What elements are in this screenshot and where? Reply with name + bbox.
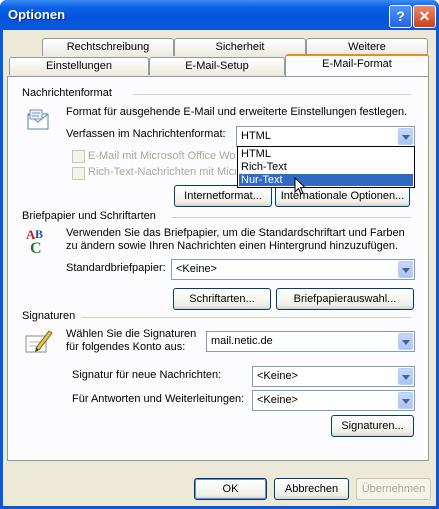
compose-format-value: HTML bbox=[241, 130, 271, 142]
default-stationery-select[interactable]: <Keine> bbox=[171, 259, 415, 280]
word-editor-checkbox[interactable] bbox=[72, 150, 85, 163]
choose-signature-line1: Wählen Sie die Signaturen bbox=[66, 328, 197, 340]
fonts-button[interactable]: Schriftarten... bbox=[173, 288, 271, 310]
rtf-word-checkbox[interactable] bbox=[72, 167, 85, 180]
section-heading-signatures: Signaturen bbox=[22, 310, 76, 322]
divider bbox=[82, 317, 411, 318]
new-signature-value: <Keine> bbox=[257, 370, 298, 382]
choose-signature-line2: für folgendes Konto aus: bbox=[66, 341, 186, 353]
svg-text:B: B bbox=[35, 227, 43, 241]
window-title: Optionen bbox=[8, 7, 66, 22]
tab-rechtschreibung[interactable]: Rechtschreibung bbox=[42, 38, 174, 56]
tab-email-format[interactable]: E-Mail-Format bbox=[285, 54, 429, 76]
chevron-down-icon[interactable] bbox=[398, 128, 413, 145]
ok-button[interactable]: OK bbox=[194, 478, 267, 500]
signature-account-select[interactable]: mail.netic.de bbox=[206, 331, 415, 352]
stationery-picker-button[interactable]: Briefpapierauswahl... bbox=[276, 288, 414, 310]
chevron-down-icon[interactable] bbox=[398, 333, 413, 350]
tab-email-setup[interactable]: E-Mail-Setup bbox=[149, 57, 285, 75]
reply-signature-select[interactable]: <Keine> bbox=[252, 390, 415, 411]
signature-account-value: mail.netic.de bbox=[211, 335, 273, 347]
option-plain-text[interactable]: Nur-Text bbox=[239, 174, 413, 186]
reply-signature-value: <Keine> bbox=[257, 394, 298, 406]
chevron-down-icon[interactable] bbox=[398, 392, 413, 409]
compose-format-select[interactable]: HTML bbox=[236, 126, 415, 147]
cancel-button[interactable]: Abbrechen bbox=[274, 478, 349, 500]
signatures-button[interactable]: Signaturen... bbox=[331, 415, 414, 437]
stationery-description-line2: zu ändern sowie Ihren Nachrichten einen … bbox=[66, 240, 399, 252]
divider bbox=[172, 217, 411, 218]
divider bbox=[133, 94, 411, 95]
mouse-cursor-icon bbox=[294, 176, 307, 198]
compose-format-dropdown[interactable]: HTML Rich-Text Nur-Text bbox=[237, 146, 415, 188]
new-signature-label: Signatur für neue Nachrichten: bbox=[72, 369, 222, 381]
apply-button[interactable]: Übernehmen bbox=[356, 478, 431, 500]
stationery-description-line1: Verwenden Sie das Briefpapier, um die St… bbox=[66, 227, 405, 239]
default-stationery-label: Standardbriefpapier: bbox=[66, 262, 166, 274]
title-bar[interactable] bbox=[0, 0, 439, 30]
new-signature-select[interactable]: <Keine> bbox=[252, 366, 415, 387]
option-html[interactable]: HTML bbox=[239, 148, 413, 160]
chevron-down-icon[interactable] bbox=[398, 261, 413, 278]
rtf-word-label: Rich-Text-Nachrichten mit Micro bbox=[88, 166, 236, 178]
font-abc-icon: ABC bbox=[24, 226, 54, 259]
chevron-down-icon[interactable] bbox=[398, 368, 413, 385]
default-stationery-value: <Keine> bbox=[176, 263, 217, 275]
message-format-description: Format für ausgehende E-Mail und erweite… bbox=[66, 106, 408, 118]
help-button[interactable]: ? bbox=[389, 5, 412, 28]
section-heading-message-format: Nachrichtenformat bbox=[22, 87, 112, 99]
internet-format-button[interactable]: Internetformat... bbox=[174, 185, 272, 207]
email-format-icon bbox=[26, 108, 52, 137]
option-rich-text[interactable]: Rich-Text bbox=[239, 161, 413, 173]
signature-pen-icon bbox=[24, 326, 54, 359]
tab-einstellungen[interactable]: Einstellungen bbox=[9, 57, 149, 75]
word-editor-label: E-Mail mit Microsoft Office Word bbox=[88, 150, 236, 162]
reply-signature-label: Für Antworten und Weiterleitungen: bbox=[72, 393, 245, 405]
svg-text:C: C bbox=[30, 240, 42, 256]
section-heading-stationery: Briefpapier und Schriftarten bbox=[22, 210, 156, 222]
compose-format-label: Verfassen im Nachrichtenformat: bbox=[66, 128, 226, 140]
close-button[interactable]: ✕ bbox=[413, 5, 436, 28]
